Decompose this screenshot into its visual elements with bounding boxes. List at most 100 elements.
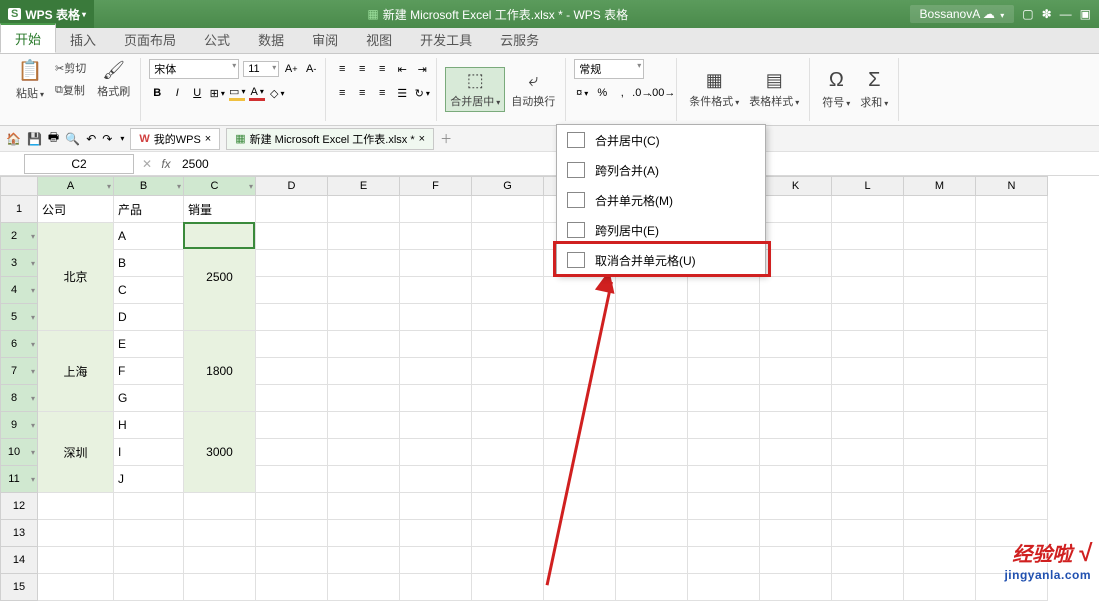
menu-item-0[interactable]: 合并居中(C) xyxy=(557,125,765,155)
header-cell[interactable]: 产品 xyxy=(114,196,184,223)
cell[interactable] xyxy=(400,493,472,520)
sum-button[interactable]: Σ 求和▾ xyxy=(856,58,892,121)
format-painter-button[interactable]: 🖌 格式刷 xyxy=(93,58,134,101)
cell[interactable] xyxy=(400,250,472,277)
align-left-icon[interactable]: ≡ xyxy=(334,85,350,101)
cell[interactable] xyxy=(472,547,544,574)
row-header[interactable]: 11 xyxy=(0,466,38,493)
select-all-corner[interactable] xyxy=(0,176,38,196)
percent-icon[interactable]: % xyxy=(594,85,610,101)
cell[interactable] xyxy=(904,385,976,412)
document-tab[interactable]: ▦ 新建 Microsoft Excel 工作表.xlsx * × xyxy=(226,128,434,150)
tab-云服务[interactable]: 云服务 xyxy=(486,26,553,53)
cell[interactable] xyxy=(472,466,544,493)
cell[interactable] xyxy=(616,358,688,385)
cell[interactable] xyxy=(904,223,976,250)
cell[interactable] xyxy=(544,493,616,520)
tab-公式[interactable]: 公式 xyxy=(190,26,244,53)
cell[interactable] xyxy=(760,439,832,466)
cell[interactable] xyxy=(904,466,976,493)
cell[interactable] xyxy=(328,250,400,277)
cell[interactable] xyxy=(38,547,114,574)
tab-数据[interactable]: 数据 xyxy=(244,26,298,53)
cell[interactable] xyxy=(256,412,328,439)
cell[interactable] xyxy=(472,304,544,331)
column-header[interactable]: A xyxy=(38,176,114,196)
cell[interactable] xyxy=(760,331,832,358)
cell[interactable] xyxy=(400,547,472,574)
cell[interactable] xyxy=(400,304,472,331)
row-header[interactable]: 14 xyxy=(0,547,38,574)
cell[interactable] xyxy=(400,466,472,493)
cell[interactable] xyxy=(328,439,400,466)
cell[interactable] xyxy=(976,466,1048,493)
cell[interactable]: A xyxy=(114,223,184,250)
cell[interactable] xyxy=(544,439,616,466)
cell[interactable] xyxy=(832,439,904,466)
cell[interactable] xyxy=(544,358,616,385)
cell[interactable] xyxy=(544,466,616,493)
cell[interactable] xyxy=(832,520,904,547)
maximize-icon[interactable]: ▣ xyxy=(1080,7,1091,21)
tab-开发工具[interactable]: 开发工具 xyxy=(406,26,486,53)
cell[interactable] xyxy=(832,358,904,385)
border-button[interactable]: ⊞▾ xyxy=(209,85,225,101)
cell[interactable] xyxy=(400,223,472,250)
cell[interactable] xyxy=(400,412,472,439)
cell[interactable] xyxy=(328,412,400,439)
cell[interactable] xyxy=(256,520,328,547)
cell[interactable] xyxy=(904,277,976,304)
cell[interactable] xyxy=(400,277,472,304)
cancel-icon[interactable]: ✕ xyxy=(138,157,156,171)
cell[interactable] xyxy=(832,304,904,331)
cell[interactable] xyxy=(544,385,616,412)
column-header[interactable]: K xyxy=(760,176,832,196)
cell[interactable] xyxy=(760,277,832,304)
cell[interactable] xyxy=(976,196,1048,223)
cell[interactable] xyxy=(472,196,544,223)
cell[interactable] xyxy=(256,277,328,304)
cell[interactable] xyxy=(760,412,832,439)
cell[interactable] xyxy=(616,547,688,574)
align-bottom-icon[interactable]: ≡ xyxy=(374,61,390,77)
tab-审阅[interactable]: 审阅 xyxy=(298,26,352,53)
cell[interactable] xyxy=(832,466,904,493)
cell[interactable] xyxy=(256,466,328,493)
cell[interactable] xyxy=(904,358,976,385)
undo-icon[interactable]: ↶ xyxy=(86,132,96,146)
cell[interactable] xyxy=(256,223,328,250)
cell[interactable] xyxy=(472,358,544,385)
cell[interactable] xyxy=(616,412,688,439)
cell[interactable] xyxy=(976,277,1048,304)
header-cell[interactable]: 销量 xyxy=(184,196,256,223)
column-header[interactable]: B xyxy=(114,176,184,196)
align-right-icon[interactable]: ≡ xyxy=(374,85,390,101)
column-header[interactable]: E xyxy=(328,176,400,196)
preview-icon[interactable]: 🔍 xyxy=(65,132,80,146)
cell[interactable]: I xyxy=(114,439,184,466)
redo-icon[interactable]: ↷ xyxy=(102,132,112,146)
cell[interactable] xyxy=(760,358,832,385)
cell[interactable] xyxy=(832,277,904,304)
tab-页面布局[interactable]: 页面布局 xyxy=(110,26,190,53)
row-header[interactable]: 3 xyxy=(0,250,38,277)
cell[interactable]: C xyxy=(114,277,184,304)
add-tab-icon[interactable]: ＋ xyxy=(440,130,452,147)
cell[interactable] xyxy=(472,277,544,304)
cell[interactable] xyxy=(832,223,904,250)
number-format-select[interactable]: 常规 xyxy=(574,59,644,79)
user-badge[interactable]: BossanovA ☁ ▾ xyxy=(910,5,1015,23)
cell[interactable] xyxy=(328,223,400,250)
fill-color-button[interactable]: ▭▾ xyxy=(229,85,245,101)
column-header[interactable]: C xyxy=(184,176,256,196)
menu-item-3[interactable]: 跨列居中(E) xyxy=(557,215,765,245)
cell[interactable] xyxy=(904,439,976,466)
cell[interactable] xyxy=(976,304,1048,331)
cell[interactable] xyxy=(328,466,400,493)
symbol-button[interactable]: Ω 符号▾ xyxy=(818,58,854,121)
cell[interactable] xyxy=(832,196,904,223)
row-header[interactable]: 6 xyxy=(0,331,38,358)
cell[interactable] xyxy=(688,547,760,574)
cell[interactable] xyxy=(760,547,832,574)
align-center-icon[interactable]: ≡ xyxy=(354,85,370,101)
